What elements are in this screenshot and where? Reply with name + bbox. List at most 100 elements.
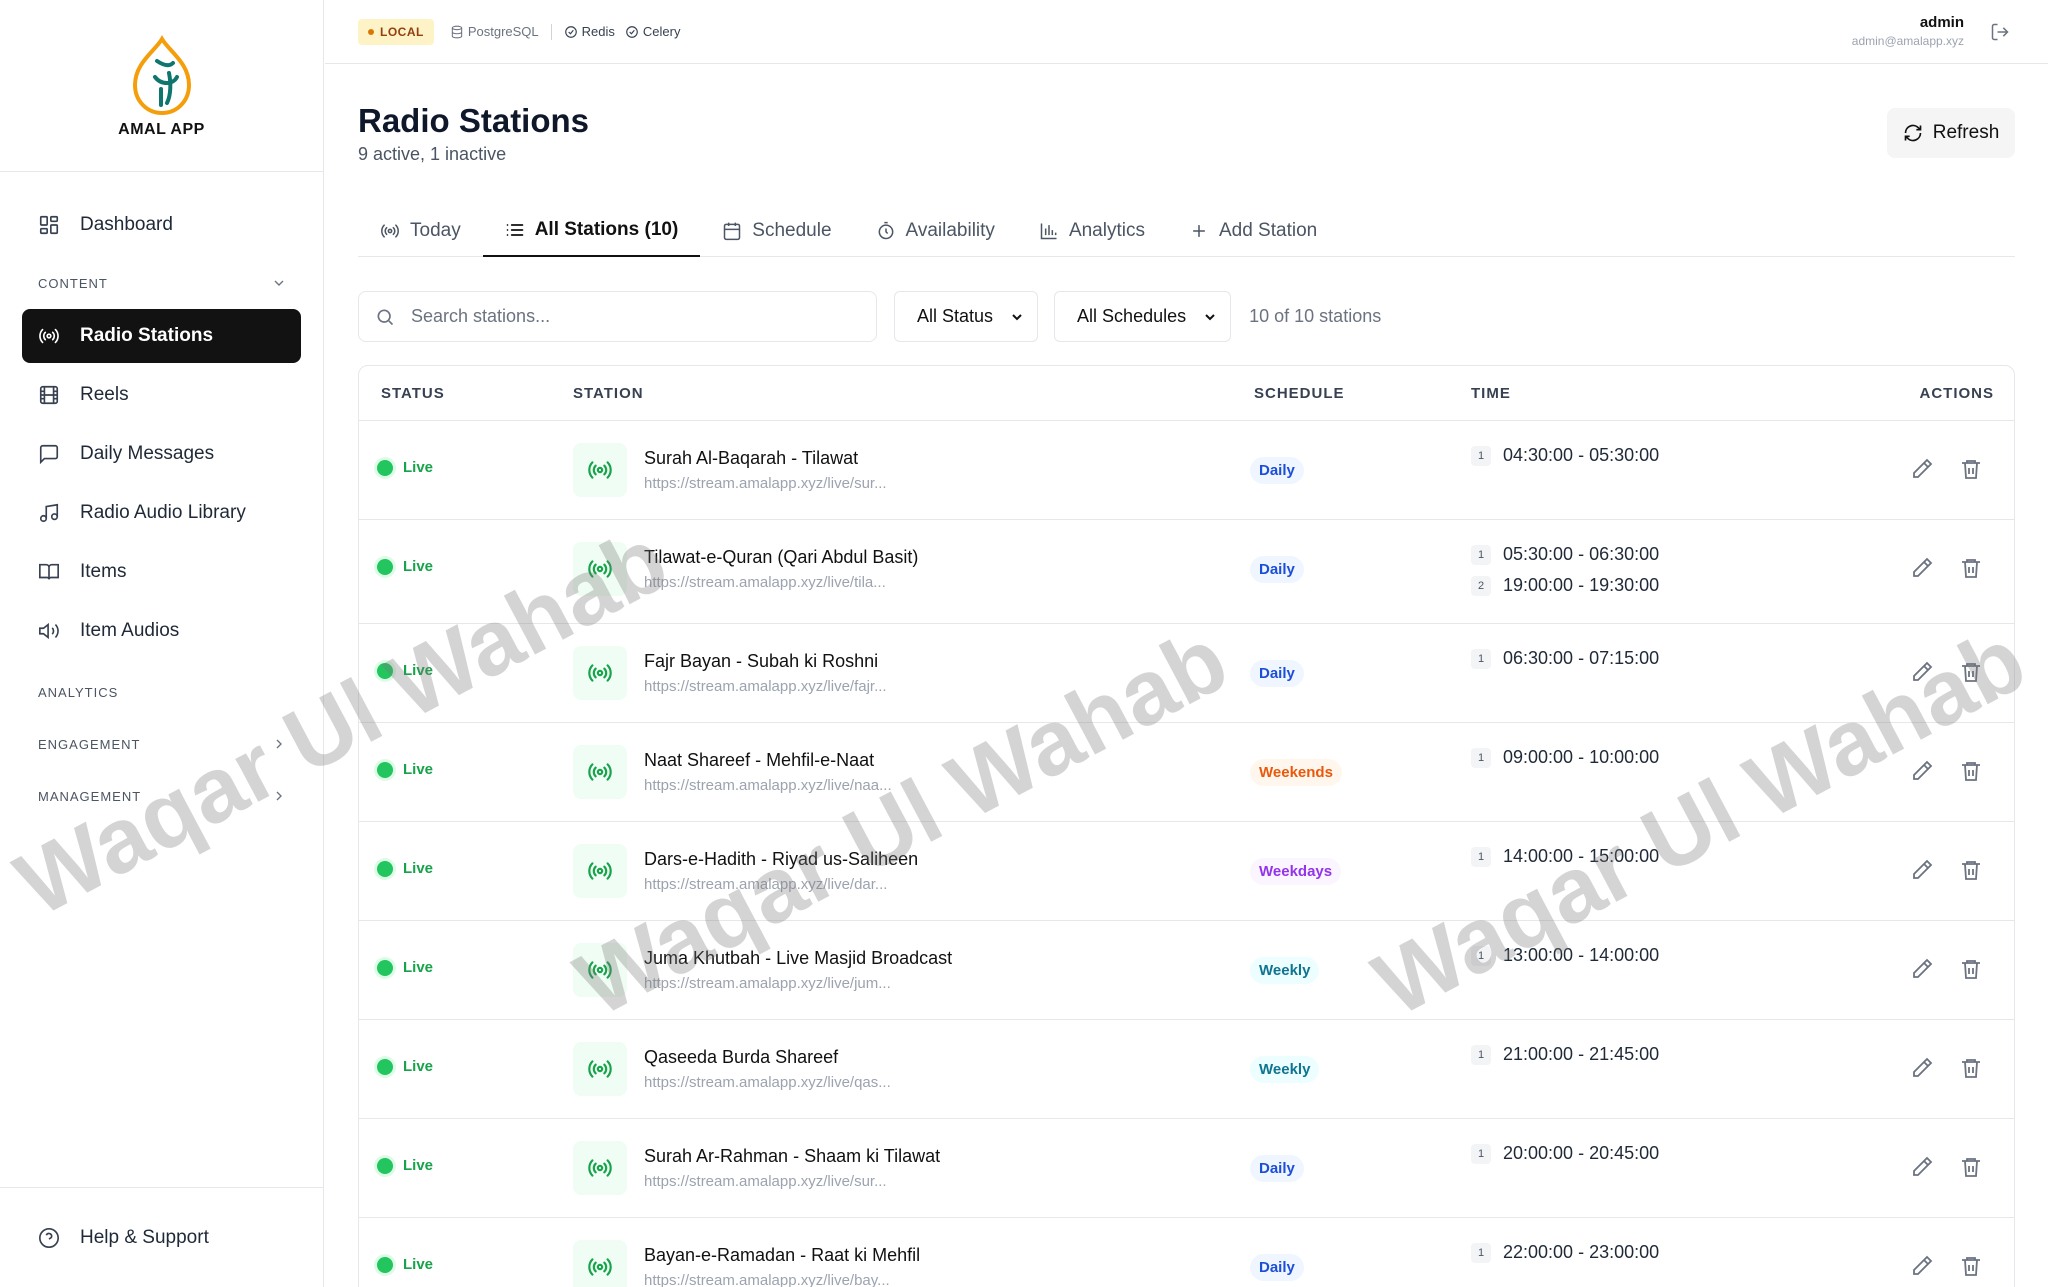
table-row[interactable]: Live Surah Al-Baqarah - Tilawat https://… [359,421,2014,520]
trash-icon[interactable] [1959,660,1983,684]
time-range: 20:00:00 - 20:45:00 [1503,1143,1660,1163]
tab-availability[interactable]: Availability [854,204,1017,257]
station-url: https://stream.amalapp.xyz/live/naa... [644,777,892,794]
edit-icon[interactable] [1910,858,1934,882]
trash-icon[interactable] [1959,457,1983,481]
station-name[interactable]: Naat Shareef - Mehfil-e-Naat [644,750,874,771]
station-name[interactable]: Tilawat-e-Quran (Qari Abdul Basit) [644,547,918,568]
station-name[interactable]: Surah Ar-Rahman - Shaam ki Tilawat [644,1146,940,1167]
message-square-icon [38,443,60,465]
station-name[interactable]: Fajr Bayan - Subah ki Roshni [644,651,878,672]
column-header-status[interactable]: STATUS [381,385,445,402]
status-label: Live [403,1256,434,1273]
trash-icon[interactable] [1959,759,1983,783]
edit-icon[interactable] [1910,660,1934,684]
refresh-icon [1904,124,1922,142]
table-row[interactable]: Live Tilawat-e-Quran (Qari Abdul Basit) … [359,520,2014,624]
edit-icon[interactable] [1910,556,1934,580]
station-name[interactable]: Qaseeda Burda Shareef [644,1047,838,1068]
table-row[interactable]: Live Dars-e-Hadith - Riyad us-Saliheen h… [359,822,2014,921]
status-badge: Live [377,662,433,679]
time-range: 05:30:00 - 06:30:00 [1503,544,1660,564]
live-dot-icon [377,662,393,679]
logout-icon[interactable] [1990,22,2010,42]
sidebar-section-management[interactable]: MANAGEMENT [22,770,301,822]
tab-today[interactable]: Today [358,204,483,257]
table-row[interactable]: Live Surah Ar-Rahman - Shaam ki Tilawat … [359,1119,2014,1218]
service-redis: Redis [564,24,615,39]
env-dot-icon [368,28,374,35]
sidebar-item-help-support[interactable]: Help & Support [22,1211,302,1265]
sidebar-nav: Dashboard CONTENT Radio Stations Reels D… [0,172,323,822]
status-badge: Live [377,959,433,976]
timer-icon [878,221,893,239]
refresh-button[interactable]: Refresh [1887,108,2015,158]
tab-schedule[interactable]: Schedule [700,204,853,257]
sidebar-item-radio-audio-library[interactable]: Radio Audio Library [22,486,301,540]
column-header-schedule[interactable]: SCHEDULE [1254,385,1345,402]
edit-icon[interactable] [1910,1254,1934,1278]
trash-icon[interactable] [1959,858,1983,882]
tab-label: Add Station [1218,219,1318,241]
table-row[interactable]: Live Bayan-e-Ramadan - Raat ki Mehfil ht… [359,1218,2014,1287]
column-header-station[interactable]: STATION [573,385,644,402]
tab-all-stations[interactable]: All Stations (10) [482,204,701,257]
schedule-badge: Daily [1250,556,1304,583]
time-slot: 1 13:00:00 - 14:00:00 [1471,945,1659,966]
table-row[interactable]: Live Juma Khutbah - Live Masjid Broadcas… [359,921,2014,1020]
table-row[interactable]: Live Fajr Bayan - Subah ki Roshni https:… [359,624,2014,723]
sidebar-section-analytics[interactable]: ANALYTICS [22,666,301,718]
edit-icon[interactable] [1910,457,1934,481]
sidebar-item-daily-messages[interactable]: Daily Messages [22,427,301,481]
tab-add-station[interactable]: Add Station [1167,204,1339,257]
sidebar-item-items[interactable]: Items [22,545,301,599]
table-row[interactable]: Live Naat Shareef - Mehfil-e-Naat https:… [359,723,2014,822]
station-name[interactable]: Surah Al-Baqarah - Tilawat [644,448,858,469]
table-row[interactable]: Live Qaseeda Burda Shareef https://strea… [359,1020,2014,1119]
radio-broadcast-icon [38,325,60,347]
station-name[interactable]: Dars-e-Hadith - Riyad us-Saliheen [644,849,918,870]
chevron-down-icon [274,280,284,286]
schedule-badge: Weekly [1250,957,1320,984]
trash-icon[interactable] [1959,1254,1983,1278]
column-header-time[interactable]: TIME [1471,385,1511,402]
trash-icon[interactable] [1959,957,1983,981]
search-icon [377,309,394,325]
trash-icon[interactable] [1959,1155,1983,1179]
tab-analytics[interactable]: Analytics [1017,204,1167,257]
sidebar-section-content[interactable]: CONTENT [22,257,301,309]
status-label: Live [403,459,434,476]
section-label: CONTENT [38,275,108,291]
edit-icon[interactable] [1910,957,1934,981]
service-label: PostgreSQL [467,24,539,39]
edit-icon[interactable] [1910,759,1934,783]
tab-label: Analytics [1068,219,1145,241]
edit-icon[interactable] [1910,1155,1934,1179]
section-label: MANAGEMENT [38,788,142,804]
status-label: Live [403,761,434,778]
live-dot-icon [377,1157,393,1174]
trash-icon[interactable] [1959,556,1983,580]
search-box[interactable] [358,291,877,342]
brand-logo[interactable]: AMAL APP [0,0,323,172]
schedule-filter-select[interactable]: All Schedules [1054,291,1232,342]
user-menu[interactable]: admin admin@amalapp.xyz [1852,14,1964,48]
sidebar-item-item-audios[interactable]: Item Audios [22,604,301,658]
trash-icon[interactable] [1959,1056,1983,1080]
station-name[interactable]: Bayan-e-Ramadan - Raat ki Mehfil [644,1245,920,1266]
search-input[interactable] [411,306,851,327]
station-name[interactable]: Juma Khutbah - Live Masjid Broadcast [644,948,952,969]
sidebar-section-engagement[interactable]: ENGAGEMENT [22,718,301,770]
sidebar-item-dashboard[interactable]: Dashboard [22,198,301,252]
service-label: Redis [581,24,615,39]
schedule-badge: Daily [1250,457,1304,484]
edit-icon[interactable] [1910,1056,1934,1080]
sidebar-item-label: Radio Audio Library [80,502,246,523]
time-slot-index: 1 [1471,945,1491,966]
service-postgresql: PostgreSQL [450,24,539,39]
sidebar-item-reels[interactable]: Reels [22,368,301,422]
status-filter-select[interactable]: All Status [894,291,1039,342]
sidebar-item-radio-stations[interactable]: Radio Stations [22,309,301,363]
column-header-actions: ACTIONS [1919,385,1994,402]
live-dot-icon [377,1058,393,1075]
